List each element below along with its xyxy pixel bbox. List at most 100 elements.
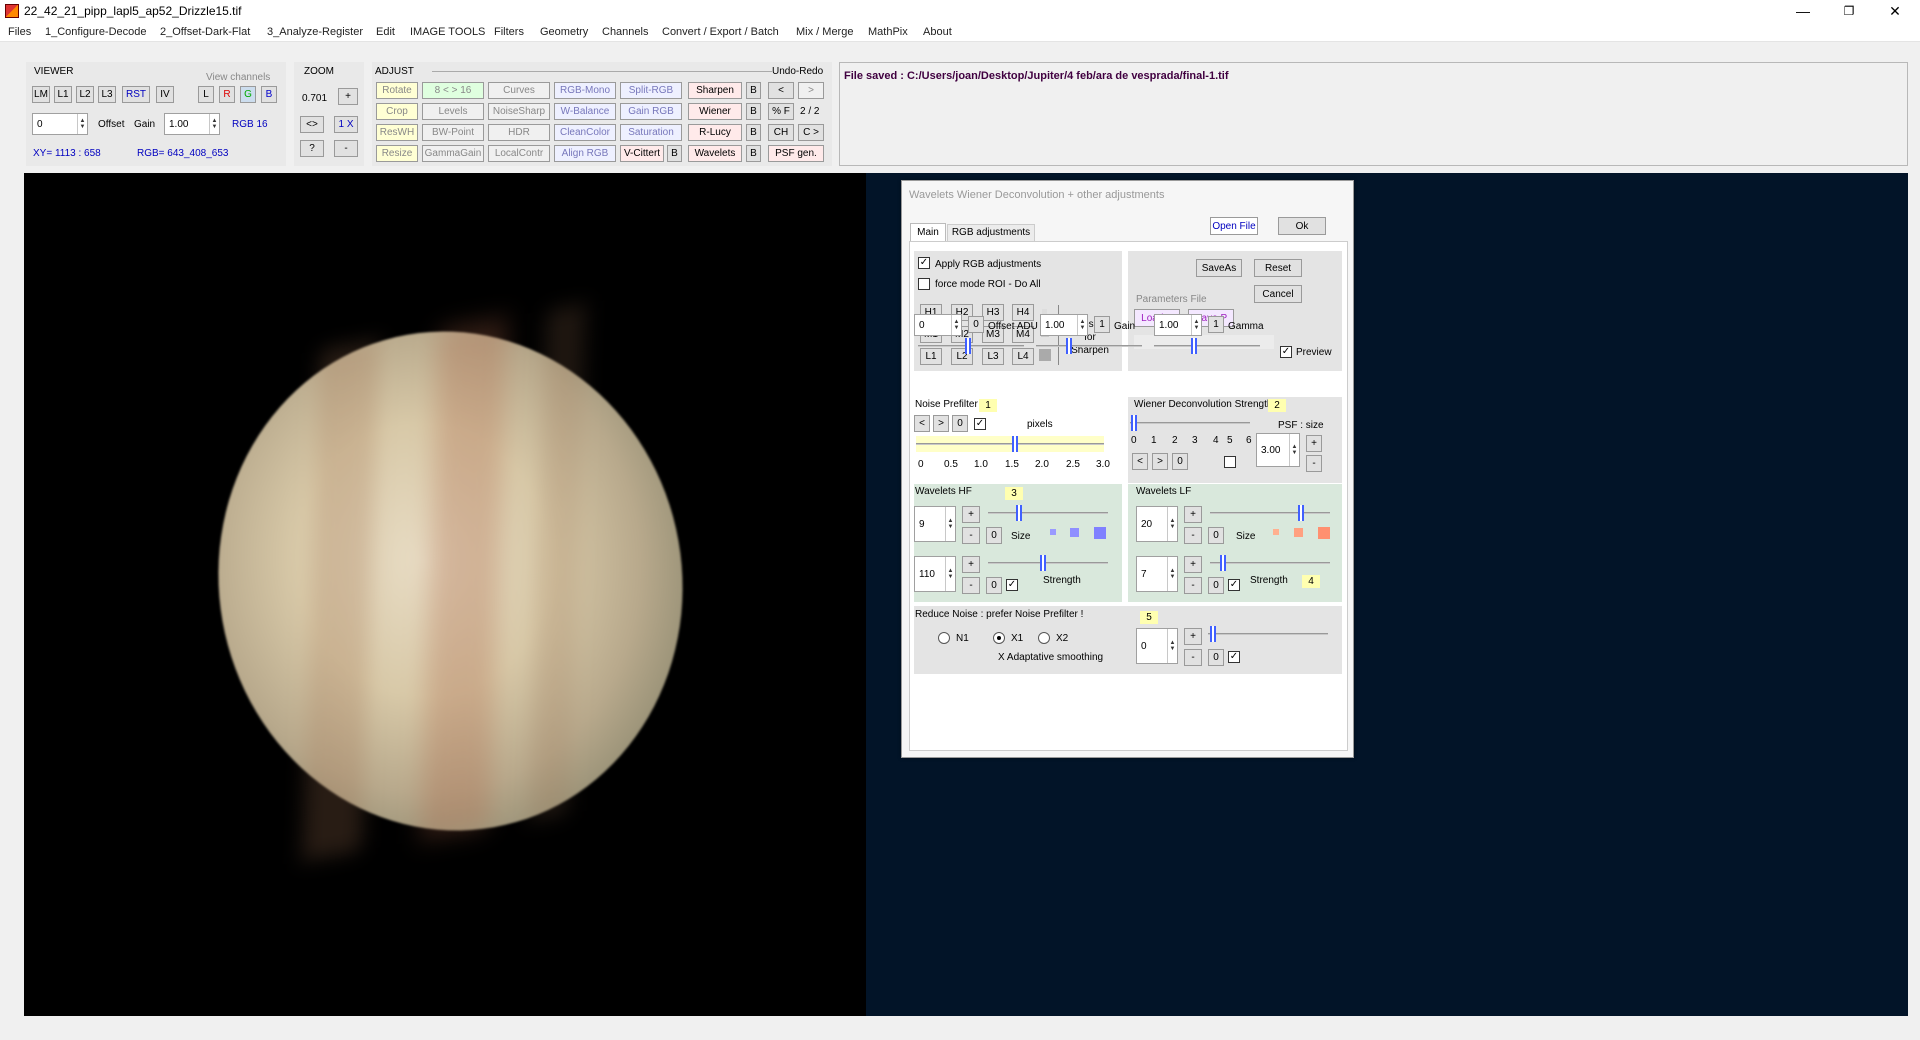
bw-point-button[interactable]: BW-Point bbox=[422, 124, 484, 141]
channel-l-button[interactable]: L bbox=[198, 86, 214, 103]
reset-button[interactable]: Reset bbox=[1254, 259, 1302, 277]
hf-strength-plus[interactable]: + bbox=[962, 556, 980, 573]
noise-prefilter-zero[interactable]: 0 bbox=[952, 415, 968, 432]
hf-strength-slider[interactable] bbox=[988, 555, 1108, 571]
lm-button[interactable]: LM bbox=[32, 86, 50, 103]
menu-convert-export-batch[interactable]: Convert / Export / Batch bbox=[662, 26, 779, 38]
zoom-fit-button[interactable]: <> bbox=[300, 116, 324, 133]
noise-prefilter-checkbox[interactable]: ✓ bbox=[974, 418, 986, 430]
lf-strength-minus[interactable]: - bbox=[1184, 577, 1202, 594]
reduce-noise-plus[interactable]: + bbox=[1184, 628, 1202, 645]
menu-offset-dark-flat[interactable]: 2_Offset-Dark-Flat bbox=[160, 26, 250, 38]
offset-zero-button[interactable]: 0 bbox=[968, 316, 984, 333]
crop-button[interactable]: Crop bbox=[376, 103, 418, 120]
wiener-button[interactable]: Wiener bbox=[688, 103, 742, 120]
menu-mathpix[interactable]: MathPix bbox=[868, 26, 908, 38]
close-button[interactable]: ✕ bbox=[1872, 0, 1918, 22]
preview-checkbox[interactable]: ✓ bbox=[1280, 346, 1292, 358]
tab-rgb-adjustments[interactable]: RGB adjustments bbox=[947, 224, 1035, 241]
hdr-button[interactable]: HDR bbox=[488, 124, 550, 141]
hf-size-minus[interactable]: - bbox=[962, 527, 980, 544]
hf-size-plus[interactable]: + bbox=[962, 506, 980, 523]
open-file-button[interactable]: Open File bbox=[1210, 217, 1258, 235]
offset-adu-input[interactable]: 0 ▲ ▼ bbox=[914, 314, 962, 336]
noise-prefilter-increase[interactable]: > bbox=[933, 415, 949, 432]
zoom-help-button[interactable]: ? bbox=[300, 140, 324, 157]
zoom-in-button[interactable]: + bbox=[338, 88, 358, 105]
lf-size-slider[interactable] bbox=[1210, 505, 1330, 521]
channel-r-button[interactable]: R bbox=[219, 86, 235, 103]
hf-size-input[interactable]: 9 ▲ ▼ bbox=[914, 506, 956, 542]
ok-button[interactable]: Ok bbox=[1278, 217, 1326, 235]
force-mode-checkbox[interactable] bbox=[918, 278, 930, 290]
levels-button[interactable]: Levels bbox=[422, 103, 484, 120]
lf-strength-checkbox[interactable]: ✓ bbox=[1228, 579, 1240, 591]
split-rgb-button[interactable]: Split-RGB bbox=[620, 82, 682, 99]
undo-button[interactable]: < bbox=[768, 82, 794, 99]
menu-edit[interactable]: Edit bbox=[376, 26, 395, 38]
preset-h3-button[interactable]: H3 bbox=[982, 304, 1004, 321]
minimize-button[interactable]: — bbox=[1780, 0, 1826, 22]
lf-size-input[interactable]: 20 ▲ ▼ bbox=[1136, 506, 1178, 542]
reduce-noise-slider[interactable] bbox=[1208, 626, 1328, 642]
noisesharp-button[interactable]: NoiseSharp bbox=[488, 103, 550, 120]
iv-button[interactable]: IV bbox=[156, 86, 174, 103]
gain-input[interactable]: 1.00 ▲ ▼ bbox=[1040, 314, 1088, 336]
rotate-button[interactable]: Rotate bbox=[376, 82, 418, 99]
reduce-noise-minus[interactable]: - bbox=[1184, 649, 1202, 666]
align-rgb-button[interactable]: Align RGB bbox=[554, 145, 616, 162]
l1-button[interactable]: L1 bbox=[54, 86, 72, 103]
l2-button[interactable]: L2 bbox=[76, 86, 94, 103]
menu-analyze-register[interactable]: 3_Analyze-Register bbox=[267, 26, 363, 38]
gamma-one-button[interactable]: 1 bbox=[1208, 316, 1224, 333]
menu-mix-merge[interactable]: Mix / Merge bbox=[796, 26, 853, 38]
w-balance-button[interactable]: W-Balance bbox=[554, 103, 616, 120]
lf-strength-zero[interactable]: 0 bbox=[1208, 577, 1224, 594]
gamma-input[interactable]: 1.00 ▲ ▼ bbox=[1154, 314, 1202, 336]
hf-size-slider[interactable] bbox=[988, 505, 1108, 521]
cleancolor-button[interactable]: CleanColor bbox=[554, 124, 616, 141]
menu-geometry[interactable]: Geometry bbox=[540, 26, 588, 38]
zoom-1x-button[interactable]: 1 X bbox=[334, 116, 358, 133]
v-cittert-button[interactable]: V-Cittert bbox=[620, 145, 664, 162]
cancel-button[interactable]: Cancel bbox=[1254, 285, 1302, 303]
percent-f-button[interactable]: % F bbox=[768, 103, 794, 120]
apply-rgb-checkbox[interactable]: ✓ bbox=[918, 257, 930, 269]
hf-strength-input[interactable]: 110 ▲ ▼ bbox=[914, 556, 956, 592]
lf-strength-input[interactable]: 7 ▲ ▼ bbox=[1136, 556, 1178, 592]
wiener-b-button[interactable]: B bbox=[746, 103, 761, 120]
wavelets-b-button[interactable]: B bbox=[746, 145, 761, 162]
resize-button[interactable]: Resize bbox=[376, 145, 418, 162]
lf-strength-plus[interactable]: + bbox=[1184, 556, 1202, 573]
lf-strength-slider[interactable] bbox=[1210, 555, 1330, 571]
l3-button[interactable]: L3 bbox=[98, 86, 116, 103]
save-as-button[interactable]: SaveAs bbox=[1196, 259, 1242, 277]
reduce-noise-zero[interactable]: 0 bbox=[1208, 649, 1224, 666]
psf-plus-button[interactable]: + bbox=[1306, 435, 1322, 452]
channel-b-button[interactable]: B bbox=[261, 86, 277, 103]
redo-button[interactable]: > bbox=[798, 82, 824, 99]
zoom-out-button[interactable]: - bbox=[334, 140, 358, 157]
gain-slider[interactable] bbox=[1036, 338, 1142, 354]
wiener-zero[interactable]: 0 bbox=[1172, 453, 1188, 470]
gamma-slider[interactable] bbox=[1154, 338, 1260, 354]
wiener-increase[interactable]: > bbox=[1152, 453, 1168, 470]
x1-radio[interactable] bbox=[993, 632, 1005, 644]
noise-prefilter-slider[interactable] bbox=[916, 436, 1104, 452]
wiener-decrease[interactable]: < bbox=[1132, 453, 1148, 470]
hf-strength-minus[interactable]: - bbox=[962, 577, 980, 594]
menu-configure-decode[interactable]: 1_Configure-Decode bbox=[45, 26, 147, 38]
psf-minus-button[interactable]: - bbox=[1306, 455, 1322, 472]
ch-button[interactable]: CH bbox=[768, 124, 794, 141]
gain-spinner[interactable]: 1.00 ▲ ▼ bbox=[164, 113, 220, 135]
psf-size-input[interactable]: 3.00 ▲ ▼ bbox=[1256, 433, 1300, 467]
offset-spinner[interactable]: 0 ▲ ▼ bbox=[32, 113, 88, 135]
tab-main[interactable]: Main bbox=[910, 223, 946, 241]
reduce-noise-input[interactable]: 0 ▲ ▼ bbox=[1136, 628, 1178, 664]
hf-size-zero[interactable]: 0 bbox=[986, 527, 1002, 544]
gammagain-button[interactable]: GammaGain bbox=[422, 145, 484, 162]
preset-h4-button[interactable]: H4 bbox=[1012, 304, 1034, 321]
reduce-noise-checkbox[interactable]: ✓ bbox=[1228, 651, 1240, 663]
menu-filters[interactable]: Filters bbox=[494, 26, 524, 38]
c-forward-button[interactable]: C > bbox=[798, 124, 824, 141]
